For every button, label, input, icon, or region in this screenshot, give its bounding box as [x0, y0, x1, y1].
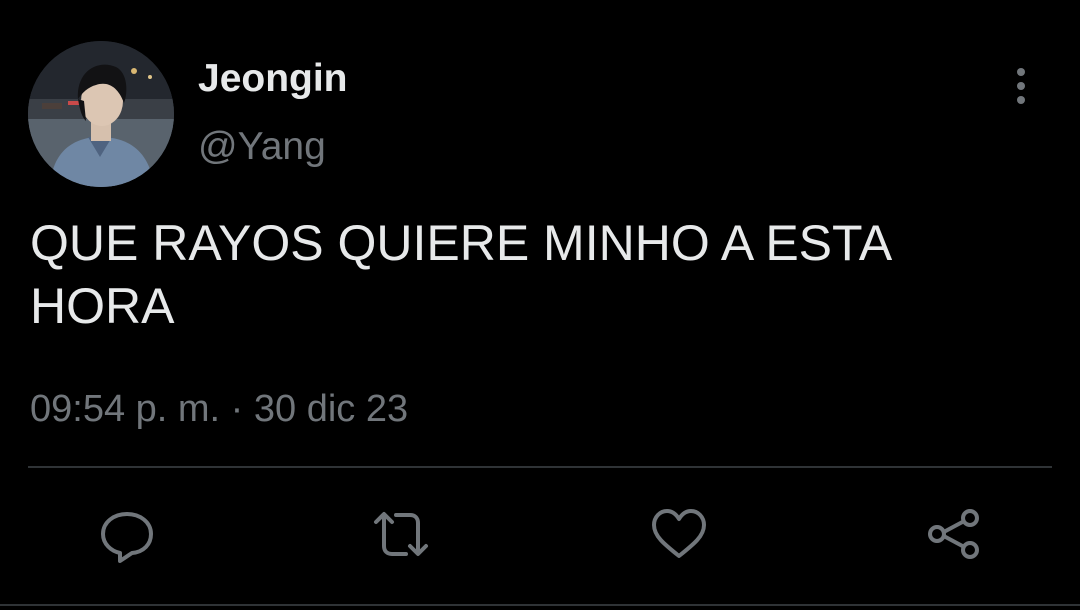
- more-vertical-icon: [1017, 68, 1025, 104]
- share-icon: [928, 509, 979, 559]
- retweet-icon: [374, 512, 428, 556]
- divider: [0, 604, 1080, 606]
- avatar[interactable]: [28, 41, 174, 187]
- like-button[interactable]: [650, 506, 708, 564]
- user-handle[interactable]: @Yang: [198, 124, 326, 170]
- reply-button[interactable]: [98, 506, 156, 564]
- tweet-timestamp[interactable]: 09:54 p. m. · 30 dic 23: [30, 386, 408, 432]
- more-options-button[interactable]: [1004, 66, 1038, 108]
- retweet-button[interactable]: [372, 506, 430, 564]
- share-button[interactable]: [925, 506, 983, 564]
- heart-icon: [652, 509, 706, 558]
- divider: [28, 466, 1052, 468]
- display-name[interactable]: Jeongin: [198, 56, 348, 102]
- tweet-text: QUE RAYOS QUIERE MINHO A ESTA HORA: [30, 215, 890, 334]
- reply-icon: [101, 512, 153, 563]
